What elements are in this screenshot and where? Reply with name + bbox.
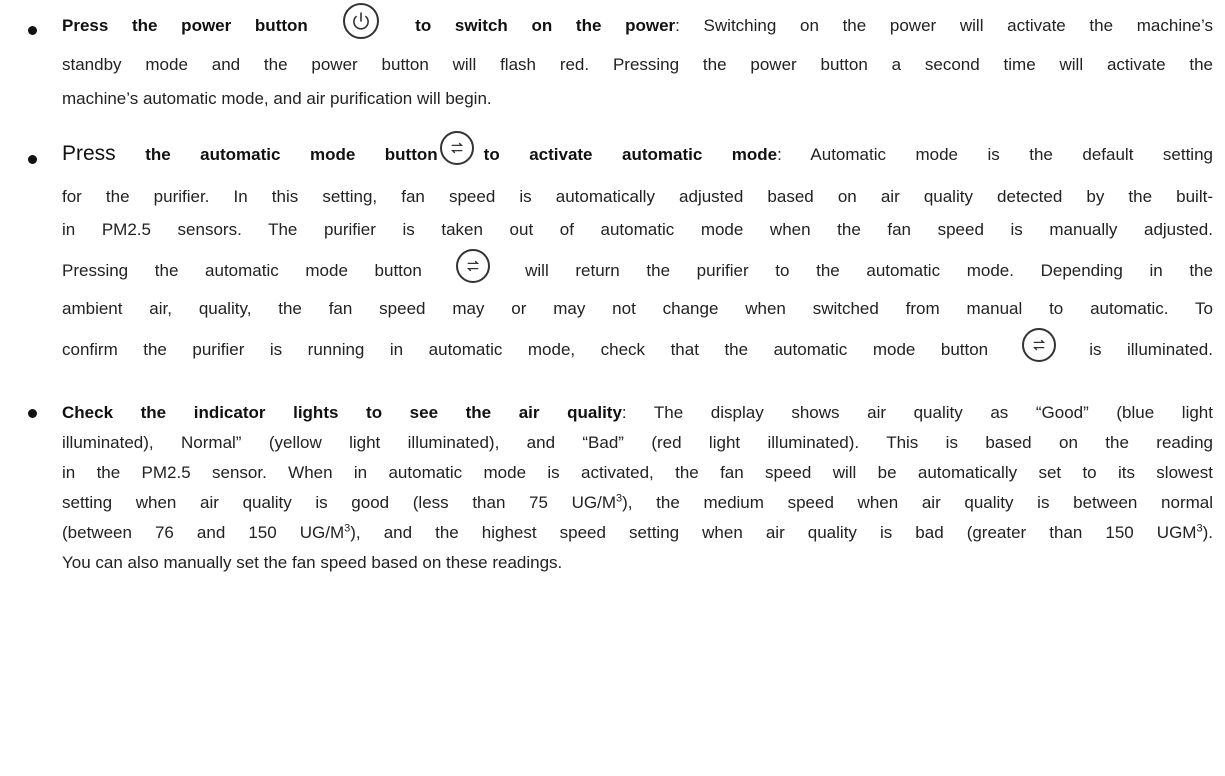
item2-line6: confirm the purifier is running in autom… bbox=[62, 327, 1213, 368]
item1-line1-tail: : Switching on the power will activate t… bbox=[675, 16, 1213, 35]
item3-line4-b: ), the medium speed when air quality is … bbox=[622, 493, 1214, 512]
item3-line4: setting when air quality is good (less t… bbox=[62, 492, 1213, 514]
item3-line1: Check the indicator lights to see the ai… bbox=[62, 402, 1213, 424]
item2-line5: ambient air, quality, the fan speed may … bbox=[62, 299, 1213, 318]
item2-line3: in PM2.5 sensors. The purifier is taken … bbox=[62, 220, 1213, 239]
bullet bbox=[28, 409, 37, 418]
item2-line1: Press the automatic mode button to activ… bbox=[62, 130, 1213, 173]
bullet bbox=[28, 155, 37, 164]
item2-line4-b: will return the purifier to the automati… bbox=[525, 261, 1213, 280]
item3-line5-c: ). bbox=[1202, 523, 1213, 542]
item3-line6: You can also manually set the fan speed … bbox=[62, 553, 563, 572]
item1-title: Press the power button bbox=[62, 16, 308, 35]
item3-line5-b: ), and the highest speed setting when ai… bbox=[350, 523, 1197, 542]
item1-title-rest: to switch on the power bbox=[415, 16, 676, 35]
item3-title: Check the indicator lights to see the ai… bbox=[62, 403, 622, 422]
item2-line4: Pressing the automatic mode button will … bbox=[62, 248, 1213, 289]
item2-line2: for the purifier. In this setting, fan s… bbox=[62, 187, 1213, 206]
power-icon bbox=[343, 2, 380, 39]
instructions-page: Press the power button to switch on the … bbox=[0, 0, 1225, 776]
bullet bbox=[28, 26, 37, 35]
item3-line1-tail: : The display shows air quality as “Good… bbox=[621, 403, 1213, 422]
auto-mode-icon bbox=[1021, 327, 1056, 362]
item2-line1-tail: : Automatic mode is the default setting bbox=[777, 145, 1213, 164]
item3-line5: (between 76 and 150 UG/M3), and the high… bbox=[62, 522, 1213, 544]
item1-line1: Press the power button to switch on the … bbox=[62, 2, 1213, 45]
item1-line2: standby mode and the power button will f… bbox=[62, 55, 1213, 74]
item3-line5-a: (between 76 and 150 UG/M bbox=[62, 523, 345, 542]
auto-mode-icon bbox=[456, 248, 491, 283]
item2-line6-b: is illuminated. bbox=[1089, 340, 1213, 359]
item3-line2: illuminated), Normal” (yellow light illu… bbox=[62, 433, 1213, 452]
item2-title-mid: the automatic mode button bbox=[145, 145, 438, 164]
item2-title-rest: to activate automatic mode bbox=[483, 145, 778, 164]
item2-title-first: Press bbox=[62, 142, 116, 165]
item1-line3: machine’s automatic mode, and air purifi… bbox=[62, 89, 492, 108]
auto-mode-icon bbox=[439, 130, 474, 165]
item2-line6-a: confirm the purifier is running in autom… bbox=[62, 340, 989, 359]
item3-line4-a: setting when air quality is good (less t… bbox=[62, 493, 617, 512]
item2-line4-a: Pressing the automatic mode button bbox=[62, 261, 422, 280]
item3-line3: in the PM2.5 sensor. When in automatic m… bbox=[62, 463, 1213, 482]
